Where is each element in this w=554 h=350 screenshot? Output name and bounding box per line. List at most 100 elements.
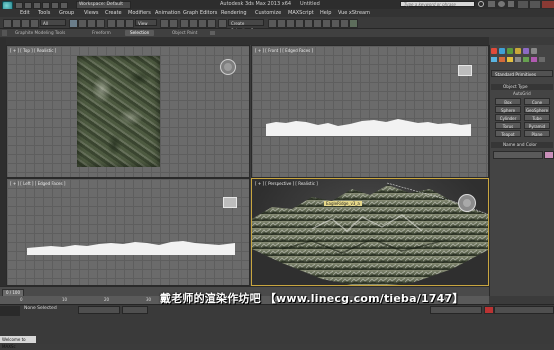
- save-file-icon[interactable]: [33, 2, 41, 9]
- tube-button[interactable]: Tube: [524, 114, 550, 121]
- viewport-left[interactable]: [ + ] [ Left ] [ Edged Faces ]: [6, 178, 250, 286]
- object-name-field[interactable]: [493, 151, 543, 159]
- align-icon[interactable]: [277, 19, 286, 28]
- subscription-icon[interactable]: [488, 1, 495, 7]
- viewcube-front-icon[interactable]: [458, 65, 472, 76]
- snap-toggle-icon[interactable]: [180, 19, 189, 28]
- search-icon[interactable]: [478, 1, 484, 7]
- hold-icon[interactable]: [60, 2, 68, 9]
- pivot-center-icon[interactable]: [160, 19, 169, 28]
- ribbon-options-icon[interactable]: [210, 31, 215, 35]
- curve-editor-icon[interactable]: [304, 19, 313, 28]
- viewcube-top-icon[interactable]: [220, 59, 236, 75]
- cameras-icon[interactable]: [515, 57, 521, 62]
- terrain-perspective-mesh[interactable]: [252, 179, 489, 286]
- rect-selection-icon[interactable]: [87, 19, 96, 28]
- mirror-icon[interactable]: [268, 19, 277, 28]
- terrain-top-view[interactable]: [77, 56, 160, 167]
- select-manipulate-icon[interactable]: [169, 19, 178, 28]
- torus-button[interactable]: Torus: [495, 122, 521, 129]
- link-icon[interactable]: [21, 19, 30, 28]
- maxscript-listener-icon[interactable]: [0, 306, 20, 316]
- autogrid-checkbox[interactable]: AutoGrid: [513, 91, 531, 96]
- menu-maxscript[interactable]: MAXScript: [288, 9, 314, 17]
- edit-named-sets-icon[interactable]: [218, 19, 227, 28]
- new-file-icon[interactable]: [15, 2, 23, 9]
- sphere-button[interactable]: Sphere: [495, 106, 521, 113]
- search-input[interactable]: Type a keyword or phrase: [400, 1, 475, 7]
- menu-vue-xstream[interactable]: Vue xStream: [338, 9, 370, 17]
- menu-animation[interactable]: Animation: [155, 9, 181, 17]
- tab-freeform[interactable]: Freeform: [87, 30, 116, 36]
- menu-group[interactable]: Group: [59, 9, 74, 17]
- box-button[interactable]: Box: [495, 98, 521, 105]
- viewport-front[interactable]: [ + ] [ Front ] [ Edged Faces ]: [251, 45, 489, 178]
- layer-manager-icon[interactable]: [286, 19, 295, 28]
- utilities-tab-icon[interactable]: [531, 48, 537, 54]
- geosphere-button[interactable]: GeoSphere: [524, 106, 550, 113]
- angle-snap-icon[interactable]: [189, 19, 198, 28]
- viewcube-left-icon[interactable]: [223, 197, 237, 208]
- motion-tab-icon[interactable]: [515, 48, 521, 54]
- geometry-icon[interactable]: [491, 57, 497, 62]
- tab-selection[interactable]: Selection: [125, 30, 155, 36]
- systems-icon[interactable]: [539, 57, 545, 62]
- menu-tools[interactable]: Tools: [38, 9, 50, 17]
- primitive-type-dropdown[interactable]: Standard Primitives: [491, 70, 553, 77]
- viewport-left-label[interactable]: [ + ] [ Left ] [ Edged Faces ]: [10, 181, 65, 186]
- viewport-perspective[interactable]: [ + ] [ Perspective ] [ Realistic ] Eagl…: [251, 178, 489, 286]
- menu-views[interactable]: Views: [84, 9, 98, 17]
- viewport-top[interactable]: [ + ] [ Top ] [ Realistic ]: [6, 45, 250, 178]
- playback-controls[interactable]: [494, 306, 554, 314]
- reference-coord-dropdown[interactable]: View: [135, 19, 157, 26]
- hierarchy-tab-icon[interactable]: [507, 48, 513, 54]
- select-object-icon[interactable]: [69, 19, 78, 28]
- pyramid-button[interactable]: Pyramid: [524, 122, 550, 129]
- terrain-front-silhouette[interactable]: [266, 114, 471, 138]
- y-coordinate-field[interactable]: [122, 306, 148, 314]
- menu-customize[interactable]: Customize: [255, 9, 281, 17]
- object-color-swatch[interactable]: [544, 151, 554, 159]
- percent-snap-icon[interactable]: [198, 19, 207, 28]
- rendered-frame-icon[interactable]: [340, 19, 349, 28]
- viewport-top-label[interactable]: [ + ] [ Top ] [ Realistic ]: [10, 48, 56, 53]
- schematic-view-icon[interactable]: [313, 19, 322, 28]
- graphite-toggle-icon[interactable]: [295, 19, 304, 28]
- plane-button[interactable]: Plane: [524, 130, 550, 137]
- close-button[interactable]: [542, 1, 554, 8]
- undo-toolbar-icon[interactable]: [3, 19, 12, 28]
- maximize-button[interactable]: [530, 1, 540, 8]
- menu-help[interactable]: Help: [320, 9, 331, 17]
- redo-icon[interactable]: [51, 2, 59, 9]
- render-setup-icon[interactable]: [331, 19, 340, 28]
- named-selection-dropdown[interactable]: Create Selection Se: [228, 19, 264, 33]
- menu-edit[interactable]: Edit: [20, 9, 30, 17]
- terrain-left-silhouette[interactable]: [27, 239, 235, 257]
- viewcube-perspective-icon[interactable]: [458, 194, 476, 212]
- redo-toolbar-icon[interactable]: [12, 19, 21, 28]
- help-icon[interactable]: [508, 1, 514, 7]
- object-type-rollout[interactable]: Object Type: [491, 84, 553, 90]
- x-coordinate-field[interactable]: [78, 306, 120, 314]
- lights-icon[interactable]: [507, 57, 513, 62]
- unlink-icon[interactable]: [30, 19, 39, 28]
- ribbon-toggle-icon[interactable]: [2, 30, 7, 36]
- minimize-button[interactable]: [518, 1, 528, 8]
- name-and-color-rollout[interactable]: Name and Color: [491, 142, 553, 148]
- scale-icon[interactable]: [125, 19, 134, 28]
- spacewarps-icon[interactable]: [531, 57, 537, 62]
- shapes-icon[interactable]: [499, 57, 505, 62]
- workspace-dropdown[interactable]: Workspace: Default: [76, 1, 131, 9]
- selection-filter-dropdown[interactable]: All: [40, 19, 66, 26]
- menu-graph-editors[interactable]: Graph Editors: [183, 9, 217, 17]
- teapot-button[interactable]: Teapot: [495, 130, 521, 137]
- window-crossing-icon[interactable]: [96, 19, 105, 28]
- create-tab-icon[interactable]: [491, 48, 497, 54]
- maxscript-mini-listener[interactable]: Welcome to MAXSc: [0, 336, 36, 349]
- viewport-front-label[interactable]: [ + ] [ Front ] [ Edged Faces ]: [255, 48, 313, 53]
- tab-object-paint[interactable]: Object Paint: [167, 30, 202, 36]
- undo-icon[interactable]: [42, 2, 50, 9]
- rotate-icon[interactable]: [116, 19, 125, 28]
- select-by-name-icon[interactable]: [78, 19, 87, 28]
- menu-create[interactable]: Create: [105, 9, 122, 17]
